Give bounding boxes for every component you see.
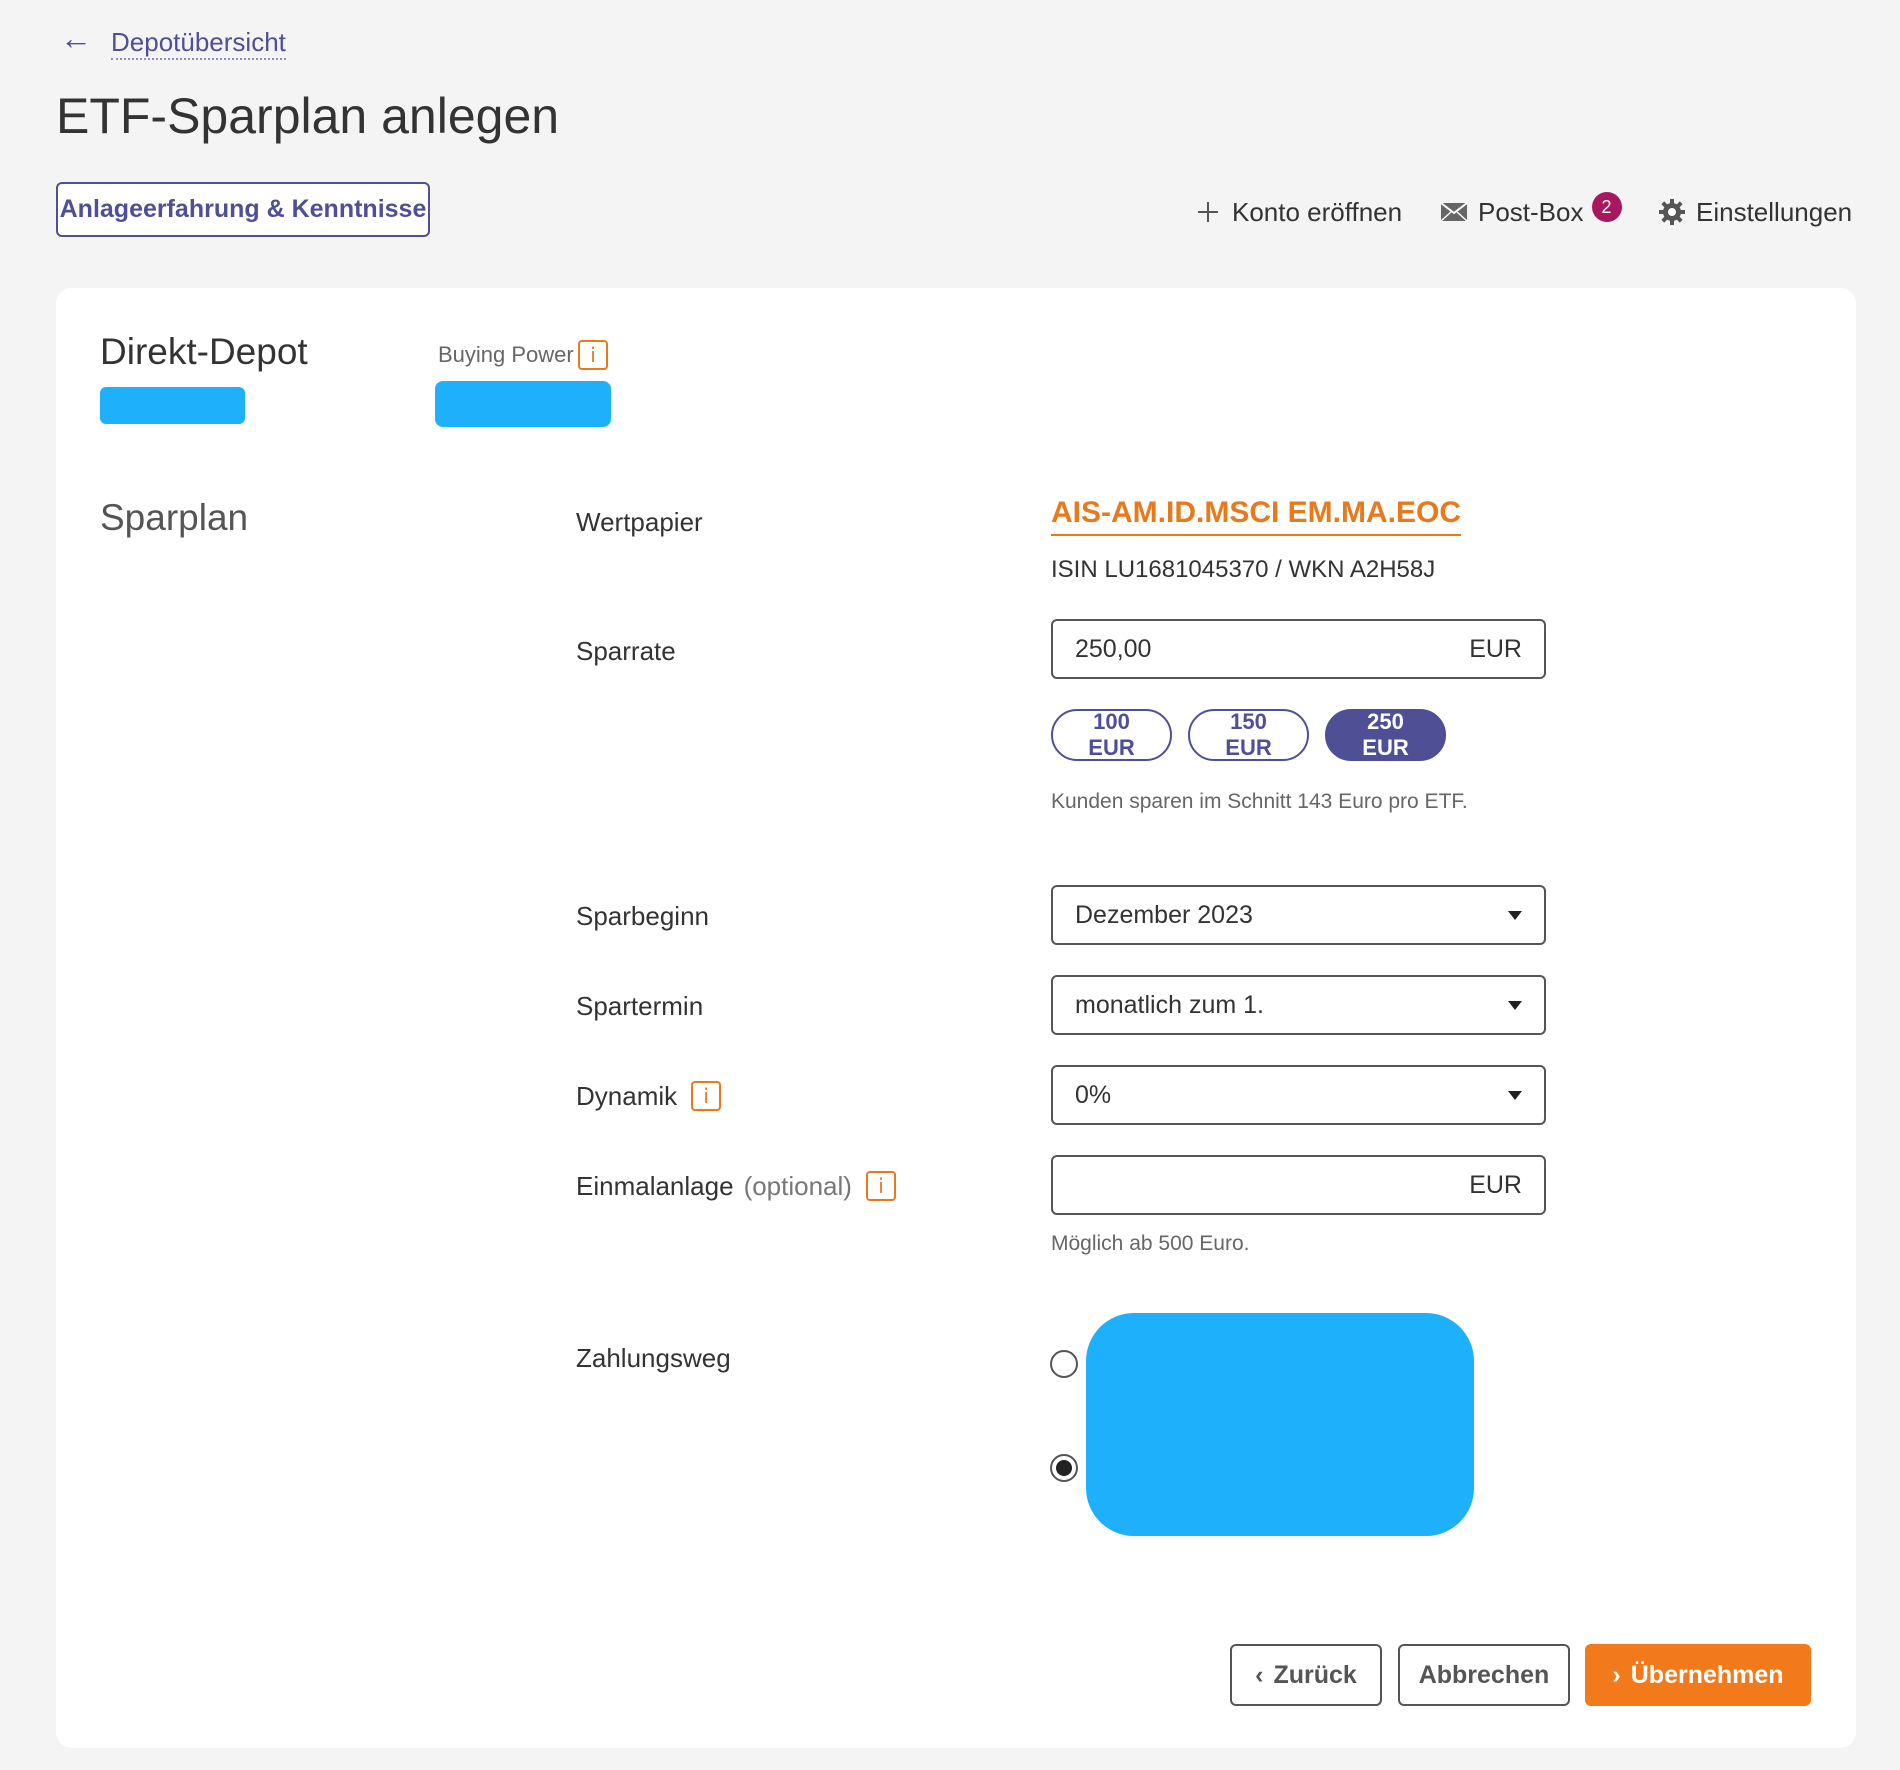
radio-selected-dot	[1056, 1460, 1072, 1476]
settings-label: Einstellungen	[1696, 196, 1853, 227]
section-title-sparplan: Sparplan	[100, 497, 249, 538]
chevron-left-icon: ‹	[1255, 1660, 1264, 1689]
post-box-label: Post-Box	[1478, 196, 1584, 227]
dynamik-row-label: Dynamik i	[576, 1080, 722, 1112]
chevron-right-icon: ›	[1612, 1660, 1621, 1689]
chevron-down-icon	[1508, 1090, 1522, 1100]
payment-options-redacted	[1086, 1313, 1474, 1536]
sparbeginn-select[interactable]: Dezember 2023	[1051, 885, 1546, 945]
sparrate-label: Sparrate	[576, 636, 676, 666]
sparrate-input[interactable]: 250,00 EUR	[1051, 619, 1546, 679]
sparbeginn-label: Sparbeginn	[576, 901, 709, 931]
open-account-link[interactable]: Konto eröffnen	[1192, 192, 1402, 232]
info-icon[interactable]: i	[865, 1171, 896, 1201]
depot-title: Direkt-Depot	[100, 331, 308, 372]
settings-link[interactable]: Einstellungen	[1656, 192, 1852, 232]
buying-power-label: Buying Power	[438, 342, 574, 367]
chevron-down-icon	[1508, 910, 1522, 920]
optional-label: (optional)	[743, 1171, 852, 1201]
einmalanlage-label: Einmalanlage	[576, 1171, 734, 1201]
payment-option-2-radio[interactable]	[1050, 1454, 1078, 1482]
wertpapier-label: Wertpapier	[576, 507, 703, 537]
cancel-button[interactable]: Abbrechen	[1398, 1644, 1570, 1706]
info-icon[interactable]: i	[578, 340, 608, 370]
savings-plan-card	[56, 288, 1856, 1748]
dynamik-value: 0%	[1075, 1080, 1112, 1109]
einmalanlage-hint: Möglich ab 500 Euro.	[1051, 1232, 1250, 1255]
submit-button-label: Übernehmen	[1630, 1660, 1784, 1689]
spartermin-label: Spartermin	[576, 991, 704, 1021]
page-title: ETF-Sparplan anlegen	[56, 88, 560, 144]
amount-chips: 100 EUR 150 EUR 250 EUR	[1051, 709, 1446, 761]
dynamik-label: Dynamik	[576, 1081, 678, 1111]
currency-label: EUR	[1469, 634, 1522, 663]
spartermin-value: monatlich zum 1.	[1075, 990, 1264, 1019]
mail-icon	[1438, 196, 1470, 228]
security-name-link[interactable]: AIS-AM.ID.MSCI EM.MA.EOC	[1051, 494, 1461, 536]
einmalanlage-row-label: Einmalanlage (optional) i	[576, 1170, 896, 1202]
arrow-left-icon[interactable]: ←	[60, 22, 92, 54]
depot-number-redacted	[100, 387, 245, 424]
back-to-depot-link[interactable]: Depotübersicht	[111, 26, 286, 60]
chip-150-eur[interactable]: 150 EUR	[1188, 709, 1309, 761]
isin-wkn-text: ISIN LU1681045370 / WKN A2H58J	[1051, 556, 1436, 583]
post-box-link[interactable]: Post-Box 2	[1438, 192, 1622, 232]
sparrate-value: 250,00	[1075, 634, 1152, 663]
payment-option-1-radio[interactable]	[1050, 1350, 1078, 1378]
back-button-label: Zurück	[1273, 1660, 1357, 1689]
currency-label: EUR	[1469, 1170, 1522, 1199]
dynamik-select[interactable]: 0%	[1051, 1065, 1546, 1125]
sparrate-hint: Kunden sparen im Schnitt 143 Euro pro ET…	[1051, 790, 1468, 813]
info-icon[interactable]: i	[691, 1081, 722, 1111]
unread-count-badge: 2	[1591, 192, 1622, 222]
plus-icon	[1192, 196, 1224, 228]
back-button[interactable]: ‹ Zurück	[1230, 1644, 1382, 1706]
spartermin-select[interactable]: monatlich zum 1.	[1051, 975, 1546, 1035]
gear-icon	[1656, 196, 1688, 228]
zahlungsweg-label: Zahlungsweg	[576, 1343, 731, 1373]
chip-250-eur[interactable]: 250 EUR	[1325, 709, 1446, 761]
chevron-down-icon	[1508, 1000, 1522, 1010]
submit-button[interactable]: › Übernehmen	[1585, 1644, 1811, 1706]
sparbeginn-value: Dezember 2023	[1075, 900, 1253, 929]
einmalanlage-input[interactable]: EUR	[1051, 1155, 1546, 1215]
open-account-label: Konto eröffnen	[1232, 196, 1403, 227]
buying-power-value-redacted	[435, 381, 611, 427]
chip-100-eur[interactable]: 100 EUR	[1051, 709, 1172, 761]
investment-experience-button[interactable]: Anlageerfahrung & Kenntnisse	[56, 182, 430, 237]
